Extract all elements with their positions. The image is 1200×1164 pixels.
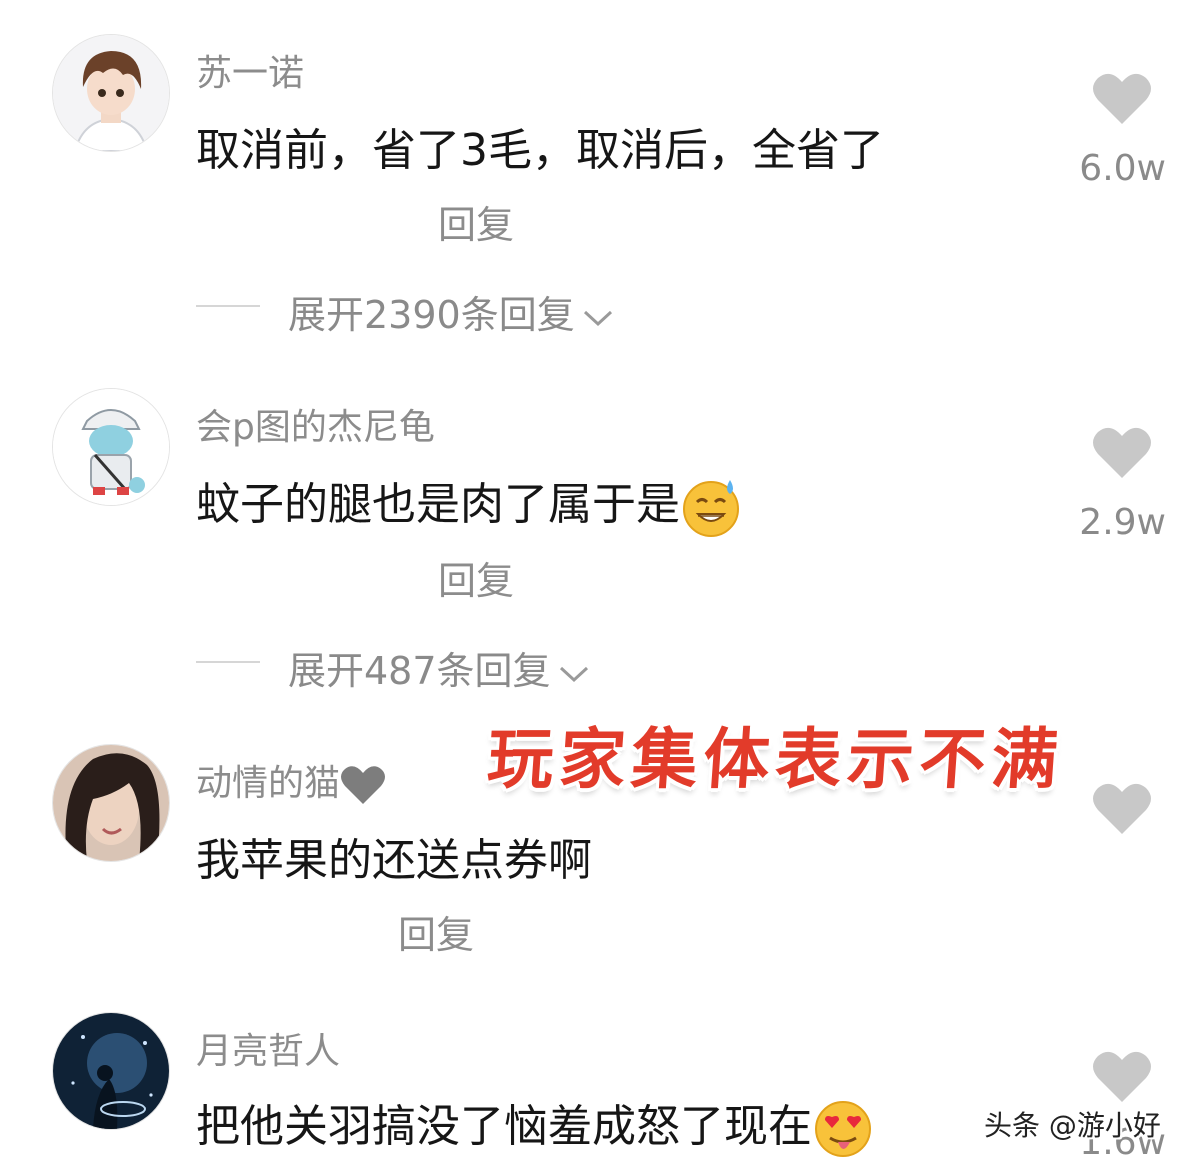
avatar[interactable]: [52, 1012, 170, 1130]
heart-icon[interactable]: [1092, 72, 1152, 126]
comment-text-body: 蚊子的腿也是肉了属于是: [196, 479, 680, 530]
chevron-down-icon: [559, 666, 588, 682]
avatar[interactable]: [52, 34, 170, 152]
reply-button[interactable]: 回复: [398, 904, 474, 959]
comment-text: 取消前，省了3毛，取消后，全省了: [196, 125, 884, 176]
grey-heart-emoji: [341, 766, 386, 804]
expand-replies-label: 展开2390条回复: [288, 293, 575, 337]
heart-icon[interactable]: [1092, 426, 1152, 480]
username[interactable]: 苏一诺: [196, 44, 304, 96]
username-text: 动情的猫: [196, 763, 341, 804]
chevron-down-icon: [583, 310, 612, 326]
comment-text: 我苹果的还送点券啊: [196, 835, 592, 886]
avatar[interactable]: [52, 388, 170, 506]
expand-replies-button[interactable]: 展开2390条回复: [288, 284, 615, 339]
like-count: 2.9w: [1079, 502, 1166, 543]
heart-icon[interactable]: [1092, 1050, 1152, 1104]
username[interactable]: 月亮哲人: [196, 1022, 340, 1074]
comment-text-body: 把他关羽搞没了恼羞成怒了现在: [196, 1101, 812, 1152]
avatar-squirtle-image: [53, 389, 169, 505]
avatar[interactable]: [52, 744, 170, 862]
divider: [196, 305, 260, 307]
comment-text: 蚊子的腿也是肉了属于是: [196, 468, 742, 538]
heart-icon[interactable]: [1092, 782, 1152, 836]
watermark: 头条 @游小好: [984, 1109, 1161, 1142]
like-count: 6.0w: [1079, 148, 1166, 189]
username[interactable]: 动情的猫: [196, 754, 386, 806]
avatar-girl-photo-image: [53, 745, 169, 861]
heart-eyes-tongue-emoji: [815, 1101, 871, 1157]
divider: [196, 661, 260, 663]
username[interactable]: 会p图的杰尼龟: [196, 398, 435, 450]
overlay-caption: 玩家集体表示不满: [484, 720, 1067, 798]
avatar-night-sky-image: [53, 1013, 169, 1129]
reply-button[interactable]: 回复: [438, 550, 514, 605]
expand-replies-label: 展开487条回复: [288, 649, 551, 693]
expand-replies-button[interactable]: 展开487条回复: [288, 640, 591, 695]
comment-text: 把他关羽搞没了恼羞成怒了现在: [196, 1090, 874, 1160]
avatar-anime-boy-image: [53, 35, 169, 151]
grinning-sweat-emoji: [683, 480, 739, 537]
reply-button[interactable]: 回复: [438, 194, 514, 249]
